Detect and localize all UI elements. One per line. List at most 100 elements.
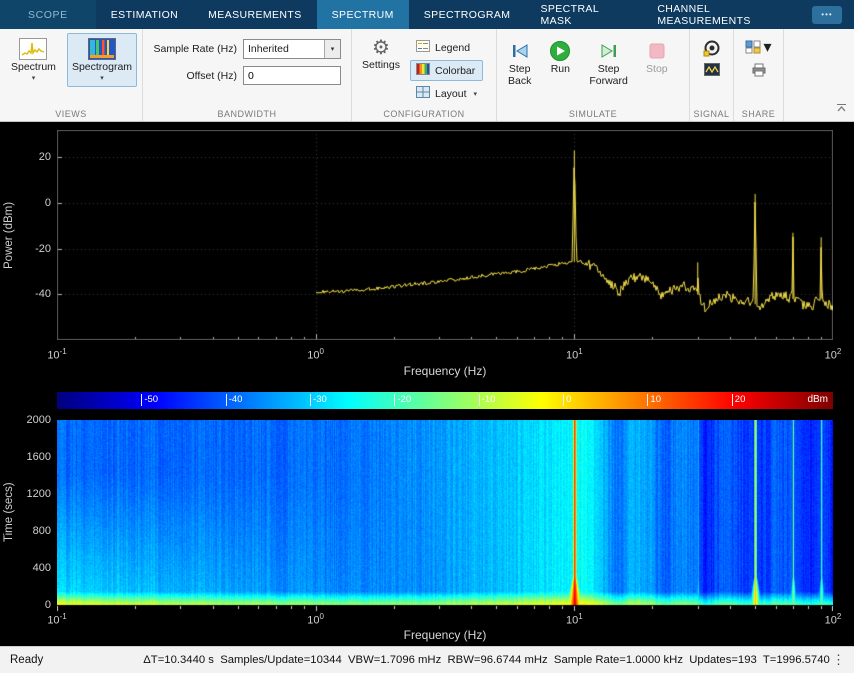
stop-button[interactable]: Stop	[641, 35, 673, 77]
gear-icon: ⚙	[372, 37, 390, 59]
spectrum-view-button[interactable]: Spectrum ▾	[6, 33, 61, 87]
tab-overflow-button[interactable]: •••	[812, 6, 842, 24]
y-tick-label: 1200	[4, 488, 51, 500]
status-menu-button[interactable]: ⋮	[832, 652, 845, 668]
group-share: ▾ SHARE	[734, 29, 784, 121]
run-label: Run	[551, 63, 570, 75]
spectrogram-view-icon	[88, 37, 116, 61]
step-forward-icon	[598, 39, 620, 63]
run-button[interactable]: Run	[544, 35, 576, 77]
tab-spectrogram[interactable]: SPECTROGRAM	[409, 0, 526, 29]
settings-label: Settings	[362, 59, 400, 71]
chevron-down-icon: ▾	[100, 73, 104, 85]
chevron-down-icon: ▾	[32, 73, 36, 85]
offset-input[interactable]	[243, 66, 341, 85]
chevron-down-icon[interactable]: ▾	[324, 40, 340, 58]
signal-probe-icon	[703, 39, 721, 57]
layout-icon	[416, 86, 430, 101]
group-label-configuration: CONFIGURATION	[352, 109, 496, 119]
toolstrip: Spectrum ▾ Spectrogram ▾ VIEWS	[0, 29, 854, 122]
spectrum-xlabel: Frequency (Hz)	[404, 364, 487, 378]
colorbar-tick-label: -30	[310, 394, 327, 406]
spectrum-view-icon	[19, 37, 47, 61]
group-configuration: ⚙ Settings Legend	[352, 29, 497, 121]
status-metrics: ΔT=10.3440 s Samples/Update=10344 VBW=1.…	[143, 654, 830, 666]
colorbar-toggle[interactable]: Colorbar	[410, 60, 483, 81]
step-back-button[interactable]: Step Back	[503, 35, 536, 89]
colorbar-tick-label: 20	[732, 394, 746, 406]
colorbar-icon	[416, 63, 430, 78]
x-tick-label: 10-1	[47, 347, 66, 362]
status-bar: Ready ΔT=10.3440 s Samples/Update=10344 …	[0, 646, 854, 673]
spectrogram-xlabel: Frequency (Hz)	[404, 628, 487, 642]
spectrogram-view-label: Spectrogram	[72, 61, 132, 73]
y-tick-label: 400	[4, 562, 51, 574]
step-forward-button[interactable]: Step Forward	[584, 35, 633, 89]
signal-edit-button[interactable]	[704, 63, 720, 76]
spectrum-plot[interactable]	[57, 130, 833, 340]
copy-display-button[interactable]: ▾	[745, 37, 771, 57]
spectrum-analyzer-window: SCOPE ESTIMATIONMEASUREMENTSSPECTRUMSPEC…	[0, 0, 854, 673]
tab-spectral-mask[interactable]: SPECTRAL MASK	[525, 0, 642, 29]
y-tick-label: 20	[4, 151, 51, 163]
sample-rate-combo[interactable]: Inherited ▾	[243, 39, 341, 59]
colorbar-tick-label: -40	[226, 394, 243, 406]
spectrogram-view-button[interactable]: Spectrogram ▾	[67, 33, 137, 87]
colorbar-tick-label: 0	[563, 394, 571, 406]
y-tick-label: -40	[4, 288, 51, 300]
run-icon	[549, 39, 571, 63]
step-back-label2: Back	[508, 75, 531, 87]
tab-list: ESTIMATIONMEASUREMENTSSPECTRUMSPECTROGRA…	[96, 0, 812, 29]
spectrogram-plot[interactable]	[57, 420, 833, 612]
signal-edit-icon	[704, 63, 720, 76]
group-views: Spectrum ▾ Spectrogram ▾ VIEWS	[0, 29, 143, 121]
x-tick-label: 102	[825, 612, 842, 627]
collapse-icon	[836, 103, 847, 112]
tab-estimation[interactable]: ESTIMATION	[96, 0, 193, 29]
printer-icon	[751, 63, 767, 77]
tab-spectrum[interactable]: SPECTRUM	[317, 0, 409, 29]
colorbar-tick-label: -50	[141, 394, 158, 406]
settings-button[interactable]: ⚙ Settings	[358, 33, 404, 73]
legend-toggle[interactable]: Legend	[410, 37, 483, 58]
stop-label: Stop	[646, 63, 668, 75]
layout-menu-button[interactable]: Layout ▾	[410, 83, 483, 104]
x-tick-label: 102	[825, 347, 842, 362]
x-tick-label: 100	[307, 347, 324, 362]
display-area: Power (dBm) Frequency (Hz) 10-1100101102…	[0, 122, 854, 646]
y-tick-label: 1600	[4, 451, 51, 463]
group-label-simulate: SIMULATE	[497, 109, 689, 119]
y-tick-label: -20	[4, 243, 51, 255]
colorbar-labels: dBm -50-40-30-20-1001020	[57, 392, 833, 409]
stop-icon	[646, 39, 668, 63]
spectrum-view-label: Spectrum	[11, 61, 56, 73]
y-tick-label: 800	[4, 525, 51, 537]
offset-label: Offset (Hz)	[149, 70, 237, 82]
print-button[interactable]	[751, 63, 767, 77]
chevron-down-icon: ▾	[763, 37, 771, 57]
x-tick-label: 101	[566, 612, 583, 627]
spectrogram-ylabel: Time (secs)	[2, 420, 16, 605]
group-signal: SIGNAL	[690, 29, 734, 121]
group-label-views: VIEWS	[0, 109, 142, 119]
group-bandwidth: Sample Rate (Hz) Inherited ▾ Offset (Hz)…	[143, 29, 352, 121]
signal-probe-button[interactable]	[703, 39, 721, 57]
step-back-label: Step	[509, 63, 531, 75]
tab-measurements[interactable]: MEASUREMENTS	[193, 0, 316, 29]
status-state: Ready	[10, 654, 43, 666]
collapse-toolstrip-button[interactable]	[836, 99, 847, 117]
step-forward-label: Step	[598, 63, 620, 75]
tab-scope[interactable]: SCOPE	[0, 0, 96, 29]
group-label-bandwidth: BANDWIDTH	[143, 109, 351, 119]
tab-channel-measurements[interactable]: CHANNEL MEASUREMENTS	[642, 0, 812, 29]
x-tick-label: 10-1	[47, 612, 66, 627]
tab-bar: SCOPE ESTIMATIONMEASUREMENTSSPECTRUMSPEC…	[0, 0, 854, 29]
sample-rate-label: Sample Rate (Hz)	[149, 43, 237, 55]
group-label-share: SHARE	[734, 109, 783, 119]
group-label-signal: SIGNAL	[690, 109, 733, 119]
colorbar-tick-label: -10	[479, 394, 496, 406]
layout-label: Layout	[435, 88, 467, 100]
colorbar-tick-label: 10	[647, 394, 661, 406]
y-tick-label: 0	[4, 197, 51, 209]
legend-icon	[416, 40, 430, 55]
